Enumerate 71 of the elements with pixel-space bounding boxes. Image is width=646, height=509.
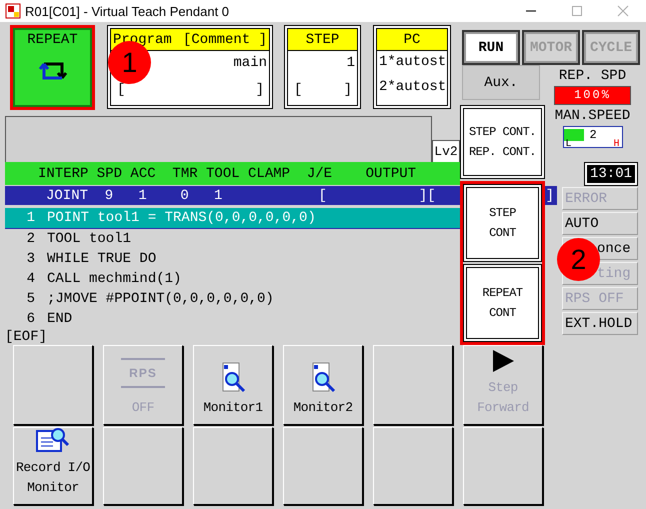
comment-label: [Comment ] [182,32,267,48]
eof-marker: [EOF] [5,329,48,345]
program-line[interactable]: 2 TOOL tool1 [5,229,460,249]
blank-key[interactable] [103,427,183,505]
function-key[interactable]: Monitor2 [283,345,363,425]
menu-item[interactable]: STEP CONT. REP. CONT. [460,105,545,179]
code-text: WHILE TRUE DO [47,251,156,267]
bracket-text: [ [117,82,126,98]
manual-speed-reading: 2 [590,128,597,142]
aux-button[interactable]: Aux. [462,65,540,100]
blank-key[interactable] [193,427,273,505]
program-line[interactable]: 4 CALL mechmind(1) [5,269,460,289]
bracket-text: [ [318,188,327,204]
bracket-text: ][ [418,188,436,204]
pc-label: PC [404,32,420,48]
manual-speed-track[interactable]: 2 L H [562,126,622,148]
line-number: 4 [26,271,36,287]
bracket-text: ] [546,188,554,204]
app-icon [5,3,21,19]
program-name: main [233,55,267,73]
high-label: H [613,139,620,150]
code-text: POINT tool1 = TRANS(0,0,0,0,0,0) [47,210,316,226]
blank-key[interactable] [373,427,453,505]
step-number: 1 [346,55,355,73]
blank-key[interactable] [463,427,543,505]
level-tag: Lv2 [432,140,460,163]
clock: 13:01 [584,163,637,185]
maximize-icon [571,5,583,17]
joint-values: JOINT 9 1 0 1 [46,188,222,204]
document-magnifier-icon [36,426,70,454]
code-text: TOOL tool1 [47,231,132,247]
blank-key[interactable] [13,345,93,425]
line-number: 6 [26,311,36,327]
repeat-mode-button[interactable]: REPEAT [10,25,95,110]
blank-key[interactable] [283,427,363,505]
window-title: R01[C01] - Virtual Teach Pendant 0 [25,4,230,18]
status-button[interactable]: RUN [462,30,520,65]
function-key[interactable]: Record I/O Monitor [13,427,93,505]
pc-program-text: 1*autost [378,53,447,72]
play-icon [490,348,516,374]
line-number: 3 [26,251,36,267]
monitor-magnifier-icon [310,362,336,394]
program-line[interactable]: 6 END [5,309,460,329]
bracket-text: ] [344,82,352,98]
status-indicator: ERROR [562,187,638,210]
code-text: ;JMOVE #PPOINT(0,0,0,0,0,0) [47,291,274,307]
line-number: 1 [26,210,36,226]
bracket-text: ] [256,82,264,98]
low-label: L [566,139,572,150]
column-headers: INTERP SPD ACC TMR TOOL CLAMP J/E OUTPUT [38,166,416,182]
program-line[interactable]: 3 WHILE TRUE DO [5,249,460,269]
blank-key[interactable] [373,345,453,425]
status-indicator: EXT.HOLD [562,312,638,335]
code-text: END [47,311,72,327]
line-number: 5 [26,291,36,307]
close-icon [617,5,629,17]
monitor-magnifier-icon [220,362,246,394]
speed-label: MAN.SPEED [554,108,630,124]
line-number: 2 [26,231,36,247]
program-line[interactable]: 5 ;JMOVE #PPOINT(0,0,0,0,0,0) [5,289,460,309]
menu-item[interactable]: REPEAT CONT [463,264,542,342]
speed-label: REP. SPD [558,68,626,84]
menu-item[interactable]: STEP CONT [463,184,542,262]
status-indicator: AUTO [562,212,638,235]
code-text: CALL mechmind(1) [47,271,182,287]
status-indicator: RPS OFF [562,287,638,310]
step-label: STEP [306,32,340,48]
function-key[interactable]: Monitor1 [193,345,273,425]
speed-reading: 100% [573,88,612,102]
pc-program-text: 2*autost [378,78,447,97]
bracket-text: [ [294,82,302,98]
